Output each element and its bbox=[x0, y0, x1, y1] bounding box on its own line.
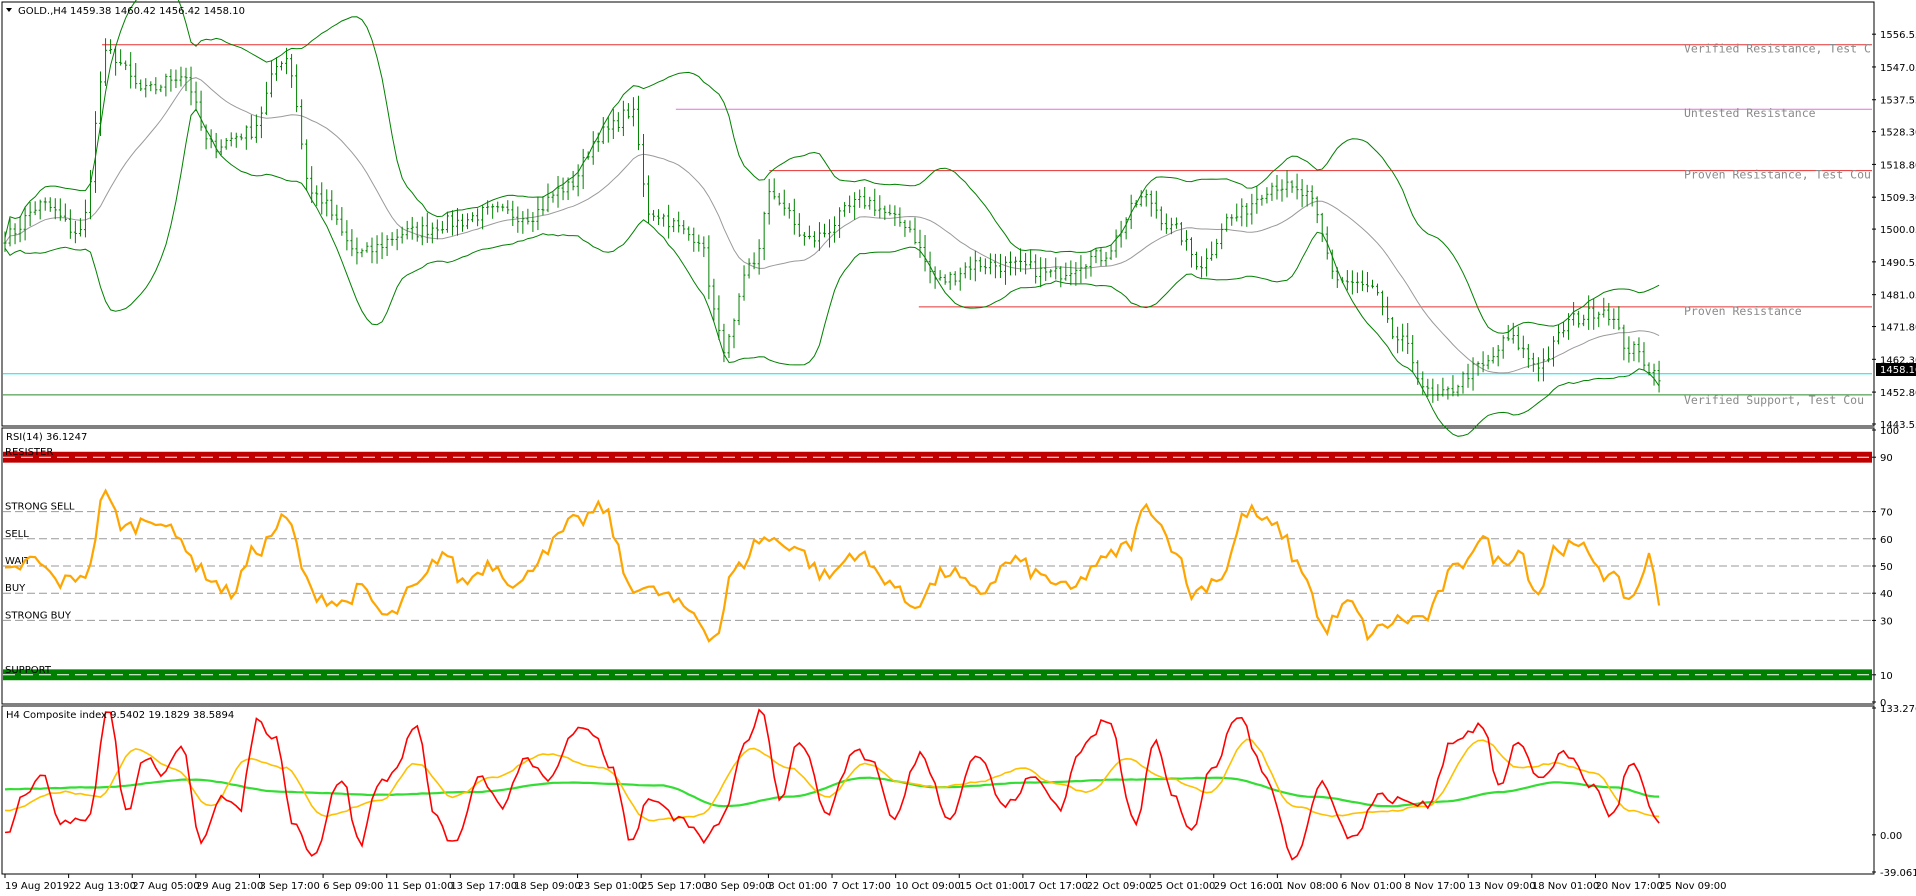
rsi-title: RSI(14) 36.1247 bbox=[6, 432, 87, 443]
ci-series-2 bbox=[4, 776, 1660, 808]
time-tick-label: 3 Oct 01:00 bbox=[768, 881, 827, 892]
rsi-tick-label: 30 bbox=[1880, 616, 1893, 627]
time-tick-label: 25 Nov 09:00 bbox=[1659, 881, 1726, 892]
time-tick-label: 22 Oct 09:00 bbox=[1087, 881, 1152, 892]
rsi-level-label: RESISTER bbox=[5, 447, 53, 458]
rsi-tick-label: 90 bbox=[1880, 453, 1893, 464]
time-tick-label: 19 Aug 2019 bbox=[5, 881, 69, 892]
time-tick-label: 22 Aug 13:00 bbox=[69, 881, 136, 892]
time-tick-label: 25 Sep 17:00 bbox=[641, 881, 708, 892]
time-tick-label: 11 Sep 01:00 bbox=[387, 881, 454, 892]
zone-label: Untested Resistance bbox=[1684, 106, 1816, 120]
ci-tick-label: 133.2764 bbox=[1880, 704, 1916, 715]
time-tick-label: 15 Oct 01:00 bbox=[959, 881, 1024, 892]
zone-label: Verified Resistance, Test C bbox=[1684, 42, 1871, 56]
time-tick-label: 6 Sep 09:00 bbox=[323, 881, 383, 892]
upper-band bbox=[4, 0, 1660, 334]
rsi-tick-label: 40 bbox=[1880, 589, 1893, 600]
candles bbox=[3, 38, 1661, 403]
ci-title: H4 Composite index 9.5402 19.1829 38.589… bbox=[6, 710, 234, 721]
price-tick-label: 1518.80 bbox=[1880, 160, 1916, 171]
price-tick-label: 1490.55 bbox=[1880, 258, 1916, 269]
rsi-level-label: STRONG BUY bbox=[5, 610, 72, 621]
price-zone-lines bbox=[3, 44, 1872, 396]
ci-tick-label: -39.061 bbox=[1880, 868, 1916, 879]
ci-panel-frame bbox=[1, 705, 1875, 875]
price-tick-label: 1537.55 bbox=[1880, 96, 1916, 107]
time-tick-label: 25 Oct 01:00 bbox=[1150, 881, 1215, 892]
time-tick-label: 13 Sep 17:00 bbox=[450, 881, 517, 892]
price-tick-label: 1509.30 bbox=[1880, 193, 1916, 204]
zone-labels: Verified Resistance, Test C Untested Resi… bbox=[1684, 42, 1871, 407]
rsi-level-label: STRONG SELL bbox=[5, 502, 75, 513]
time-tick-label: 6 Nov 01:00 bbox=[1341, 881, 1402, 892]
time-tick-label: 27 Aug 05:00 bbox=[132, 881, 199, 892]
price-tick-label: 1547.05 bbox=[1880, 63, 1916, 74]
rsi-levels: RESISTERSTRONG SELLSELLWAITBUYSTRONG BUY… bbox=[3, 447, 1872, 676]
ohlc-label: 1459.38 1460.42 1456.42 1458.10 bbox=[70, 6, 245, 17]
time-tick-label: 18 Sep 09:00 bbox=[514, 881, 581, 892]
price-tick-label: 1452.80 bbox=[1880, 388, 1916, 399]
lower-band bbox=[4, 108, 1660, 437]
rsi-tick-label: 10 bbox=[1880, 671, 1893, 682]
composite-index-lines bbox=[4, 708, 1660, 861]
zone-label: Proven Resistance, Test Cou bbox=[1684, 168, 1871, 182]
rsi-tick-label: 60 bbox=[1880, 535, 1893, 546]
time-tick-label: 23 Sep 01:00 bbox=[578, 881, 645, 892]
price-tick-label: 1556.55 bbox=[1880, 30, 1916, 41]
zone-label: Proven Resistance bbox=[1684, 304, 1802, 318]
time-tick-label: 1 Nov 08:00 bbox=[1277, 881, 1338, 892]
symbol-label: GOLD.,H4 bbox=[18, 6, 67, 17]
dropdown-triangle-icon[interactable] bbox=[6, 8, 12, 12]
time-tick-label: 30 Sep 09:00 bbox=[705, 881, 772, 892]
rsi-tick-label: 100 bbox=[1880, 426, 1899, 437]
time-tick-label: 7 Oct 17:00 bbox=[832, 881, 891, 892]
price-tick-label: 1528.30 bbox=[1880, 128, 1916, 139]
time-tick-label: 3 Sep 17:00 bbox=[259, 881, 319, 892]
time-tick-label: 29 Aug 21:00 bbox=[196, 881, 263, 892]
time-axis: 19 Aug 2019 22 Aug 13:0027 Aug 05:0029 Au… bbox=[4, 874, 1726, 892]
ci-tick-label: 0.00 bbox=[1880, 831, 1902, 842]
rsi-level-label: SUPPORT bbox=[5, 665, 52, 676]
rsi-axis: 100907060504030100 bbox=[1872, 426, 1899, 709]
time-tick-label: 17 Oct 17:00 bbox=[1023, 881, 1088, 892]
price-tick-label: 1481.05 bbox=[1880, 291, 1916, 302]
price-tick-label: 1500.05 bbox=[1880, 225, 1916, 236]
rsi-level-label: BUY bbox=[5, 583, 26, 594]
last-price-marker: 1458.10 bbox=[1876, 363, 1916, 376]
rsi-tick-label: 70 bbox=[1880, 508, 1893, 519]
time-tick-label: 29 Oct 16:00 bbox=[1214, 881, 1279, 892]
last-price-label: 1458.10 bbox=[1880, 365, 1916, 376]
bollinger-bands bbox=[4, 0, 1660, 437]
rsi-level-label: SELL bbox=[5, 529, 29, 540]
composite-axis: 133.2764 0.00 -39.061 bbox=[1872, 704, 1916, 879]
time-tick-label: 10 Oct 09:00 bbox=[896, 881, 961, 892]
trading-chart: Verified Resistance, Test C Untested Resi… bbox=[1, 0, 1916, 892]
price-panel-frame bbox=[1, 1, 1875, 427]
price-tick-label: 1471.80 bbox=[1880, 323, 1916, 334]
rsi-tick-label: 50 bbox=[1880, 562, 1893, 573]
zone-label: Verified Support, Test Cou bbox=[1684, 393, 1864, 407]
time-tick-label: 20 Nov 17:00 bbox=[1595, 881, 1662, 892]
time-tick-label: 18 Nov 01:00 bbox=[1532, 881, 1599, 892]
time-tick-label: 8 Nov 17:00 bbox=[1405, 881, 1466, 892]
time-tick-label: 13 Nov 09:00 bbox=[1468, 881, 1535, 892]
middle-band bbox=[4, 77, 1660, 374]
